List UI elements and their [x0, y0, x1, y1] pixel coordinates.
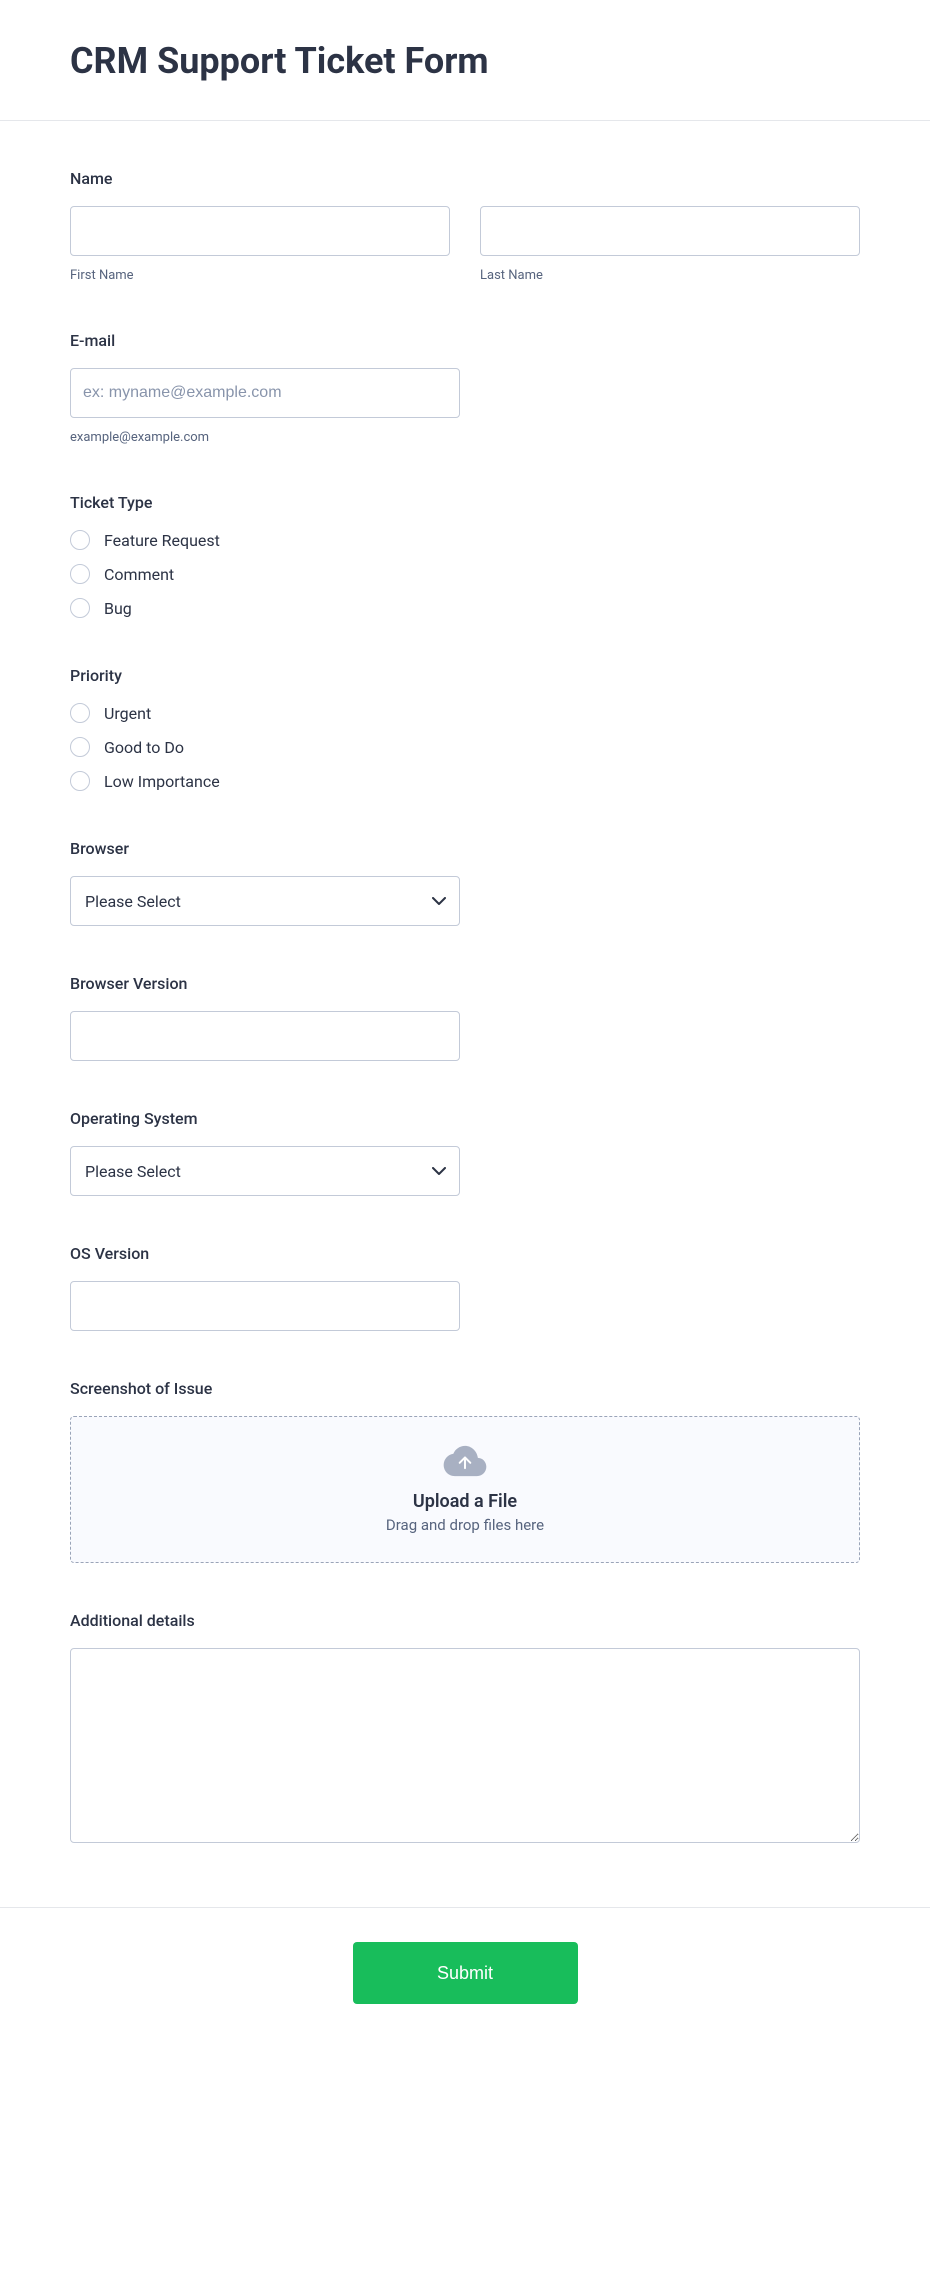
radio-icon	[70, 530, 90, 550]
form-footer: Submit	[0, 1907, 930, 2064]
radio-label: Comment	[104, 565, 174, 584]
ticket-type-field: Ticket Type Feature Request Comment Bug	[70, 493, 860, 618]
upload-title: Upload a File	[91, 1491, 839, 1512]
ticket-type-option-feature-request[interactable]: Feature Request	[70, 530, 860, 550]
radio-icon	[70, 737, 90, 757]
browser-field: Browser Please Select	[70, 839, 860, 926]
radio-label: Low Importance	[104, 772, 220, 791]
radio-label: Good to Do	[104, 738, 184, 757]
screenshot-field: Screenshot of Issue Upload a File Drag a…	[70, 1379, 860, 1563]
first-name-input[interactable]	[70, 206, 450, 256]
os-selected-value: Please Select	[85, 1162, 181, 1181]
os-version-field: OS Version	[70, 1244, 860, 1331]
os-version-input[interactable]	[70, 1281, 460, 1331]
details-label: Additional details	[70, 1611, 860, 1630]
priority-field: Priority Urgent Good to Do Low Importanc…	[70, 666, 860, 791]
radio-icon	[70, 598, 90, 618]
priority-option-urgent[interactable]: Urgent	[70, 703, 860, 723]
browser-select[interactable]: Please Select	[70, 876, 460, 926]
last-name-input[interactable]	[480, 206, 860, 256]
radio-icon	[70, 703, 90, 723]
os-field: Operating System Please Select	[70, 1109, 860, 1196]
email-field: E-mail example@example.com	[70, 331, 860, 445]
details-field: Additional details	[70, 1611, 860, 1847]
os-version-label: OS Version	[70, 1244, 860, 1263]
radio-label: Urgent	[104, 704, 151, 723]
browser-version-input[interactable]	[70, 1011, 460, 1061]
email-sublabel: example@example.com	[70, 430, 860, 445]
name-label: Name	[70, 169, 860, 188]
ticket-type-option-comment[interactable]: Comment	[70, 564, 860, 584]
browser-selected-value: Please Select	[85, 892, 181, 911]
ticket-type-label: Ticket Type	[70, 493, 860, 512]
browser-label: Browser	[70, 839, 860, 858]
radio-icon	[70, 771, 90, 791]
browser-version-label: Browser Version	[70, 974, 860, 993]
browser-version-field: Browser Version	[70, 974, 860, 1061]
priority-option-good-to-do[interactable]: Good to Do	[70, 737, 860, 757]
file-upload-dropzone[interactable]: Upload a File Drag and drop files here	[70, 1416, 860, 1563]
form-header: CRM Support Ticket Form	[0, 0, 930, 121]
email-label: E-mail	[70, 331, 860, 350]
radio-label: Bug	[104, 599, 132, 618]
name-field: Name First Name Last Name	[70, 169, 860, 283]
details-textarea[interactable]	[70, 1648, 860, 1843]
radio-label: Feature Request	[104, 531, 220, 550]
submit-button[interactable]: Submit	[353, 1942, 578, 2004]
screenshot-label: Screenshot of Issue	[70, 1379, 860, 1398]
radio-icon	[70, 564, 90, 584]
page-title: CRM Support Ticket Form	[70, 40, 860, 82]
os-select[interactable]: Please Select	[70, 1146, 460, 1196]
priority-option-low-importance[interactable]: Low Importance	[70, 771, 860, 791]
cloud-upload-icon	[443, 1445, 487, 1477]
os-label: Operating System	[70, 1109, 860, 1128]
email-input[interactable]	[70, 368, 460, 418]
last-name-sublabel: Last Name	[480, 268, 860, 283]
first-name-sublabel: First Name	[70, 268, 450, 283]
priority-label: Priority	[70, 666, 860, 685]
upload-subtitle: Drag and drop files here	[91, 1516, 839, 1534]
ticket-type-option-bug[interactable]: Bug	[70, 598, 860, 618]
